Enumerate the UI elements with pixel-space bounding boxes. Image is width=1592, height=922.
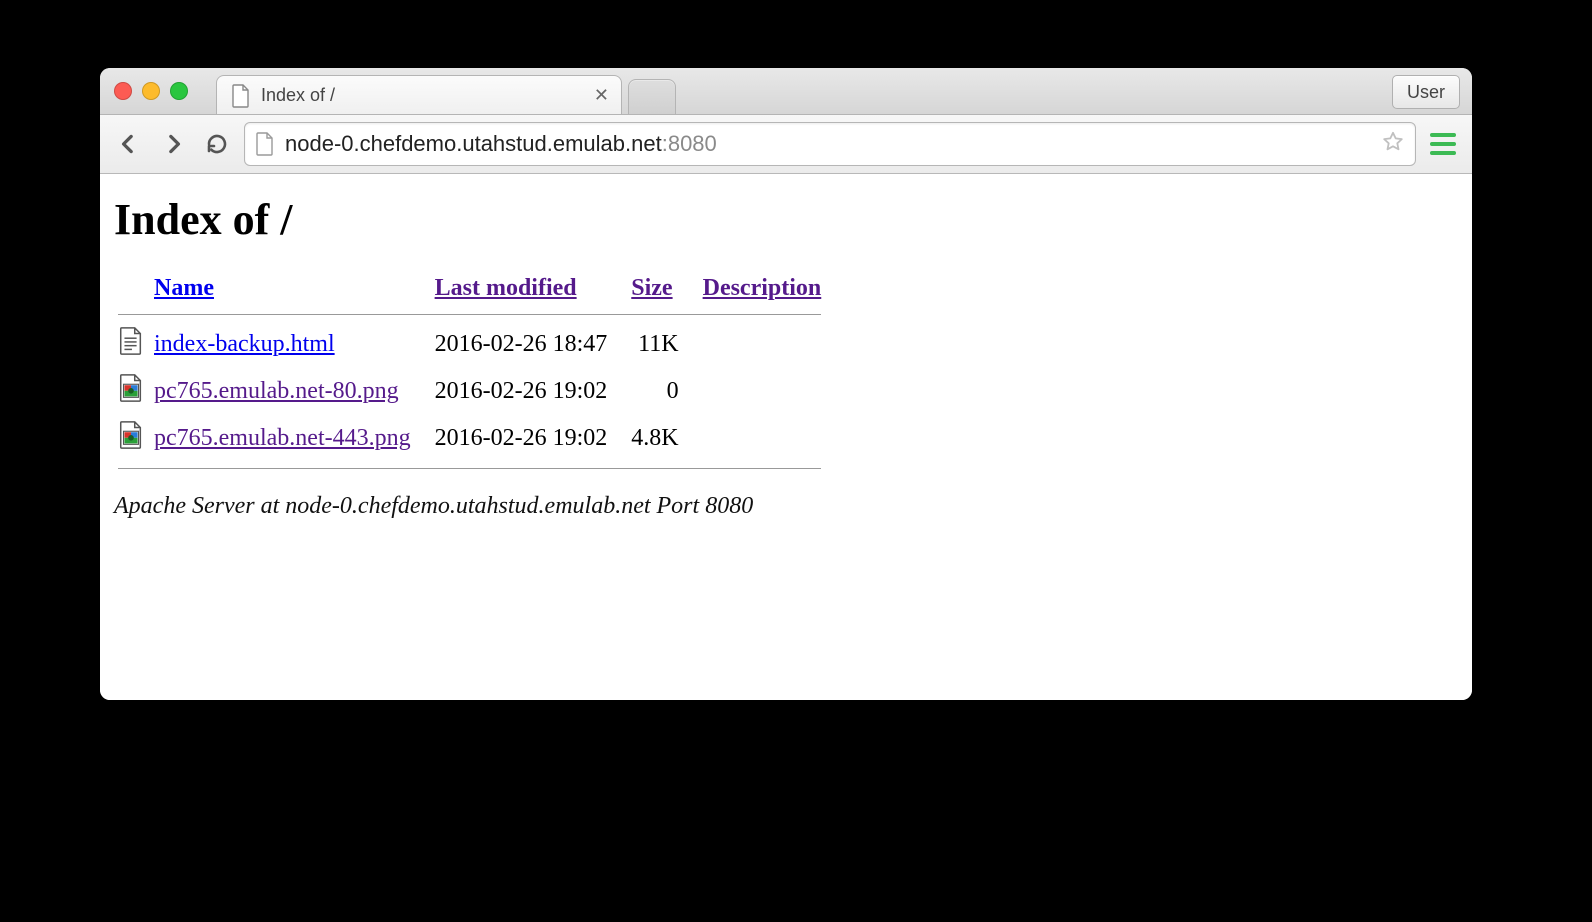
tabstrip: Index of / ✕ <box>216 68 676 114</box>
tab-title: Index of / <box>261 85 335 106</box>
col-last-modified[interactable]: Last modified <box>431 269 628 308</box>
page-icon <box>231 84 251 106</box>
url-port: :8080 <box>662 131 717 156</box>
file-last-modified: 2016-02-26 19:02 <box>431 368 628 415</box>
table-header-row: Name Last modified Size Description <box>114 269 841 308</box>
tab-active[interactable]: Index of / ✕ <box>216 75 622 114</box>
url-text: node-0.chefdemo.utahstud.emulab.net:8080 <box>285 131 1371 157</box>
file-size: 11K <box>627 321 698 368</box>
back-button[interactable] <box>112 127 146 161</box>
file-last-modified: 2016-02-26 19:02 <box>431 415 628 462</box>
file-type-icon <box>114 368 150 415</box>
file-description <box>699 415 842 462</box>
browser-window: Index of / ✕ User <box>100 68 1472 700</box>
bookmark-star-icon[interactable] <box>1381 130 1405 159</box>
file-description <box>699 368 842 415</box>
file-size: 0 <box>627 368 698 415</box>
file-link[interactable]: pc765.emulab.net-80.png <box>154 378 399 404</box>
image-icon <box>118 421 144 449</box>
col-description[interactable]: Description <box>699 269 842 308</box>
window-controls <box>114 82 188 100</box>
page-icon <box>255 132 275 156</box>
table-row: pc765.emulab.net-443.png 2016-02-26 19:02… <box>114 415 841 462</box>
col-icon <box>114 269 150 308</box>
url-host: node-0.chefdemo.utahstud.emulab.net <box>285 131 662 156</box>
titlebar: Index of / ✕ User <box>100 68 1472 115</box>
tab-close-button[interactable]: ✕ <box>594 86 609 104</box>
reload-button[interactable] <box>200 127 234 161</box>
file-type-icon <box>114 321 150 368</box>
profile-button-label: User <box>1407 82 1445 103</box>
image-icon <box>118 374 144 402</box>
toolbar: node-0.chefdemo.utahstud.emulab.net:8080 <box>100 115 1472 174</box>
server-signature: Apache Server at node-0.chefdemo.utahstu… <box>114 493 1458 520</box>
file-description <box>699 321 842 368</box>
new-tab-button[interactable] <box>628 79 676 114</box>
hamburger-menu-icon[interactable] <box>1426 127 1460 161</box>
file-last-modified: 2016-02-26 18:47 <box>431 321 628 368</box>
profile-button[interactable]: User <box>1392 75 1460 109</box>
text-icon <box>118 327 144 355</box>
page-content: Index of / Name Last modified Size Descr… <box>100 174 1472 700</box>
file-type-icon <box>114 415 150 462</box>
minimize-window-button[interactable] <box>142 82 160 100</box>
address-bar[interactable]: node-0.chefdemo.utahstud.emulab.net:8080 <box>244 122 1416 166</box>
col-name[interactable]: Name <box>150 269 431 308</box>
directory-listing-table: Name Last modified Size Description inde… <box>114 269 841 475</box>
table-row: pc765.emulab.net-80.png 2016-02-26 19:020 <box>114 368 841 415</box>
table-row: index-backup.html 2016-02-26 18:4711K <box>114 321 841 368</box>
forward-button[interactable] <box>156 127 190 161</box>
file-size: 4.8K <box>627 415 698 462</box>
col-size[interactable]: Size <box>627 269 698 308</box>
close-window-button[interactable] <box>114 82 132 100</box>
zoom-window-button[interactable] <box>170 82 188 100</box>
file-link[interactable]: pc765.emulab.net-443.png <box>154 425 411 451</box>
file-link[interactable]: index-backup.html <box>154 331 335 357</box>
page-heading: Index of / <box>114 194 1458 245</box>
